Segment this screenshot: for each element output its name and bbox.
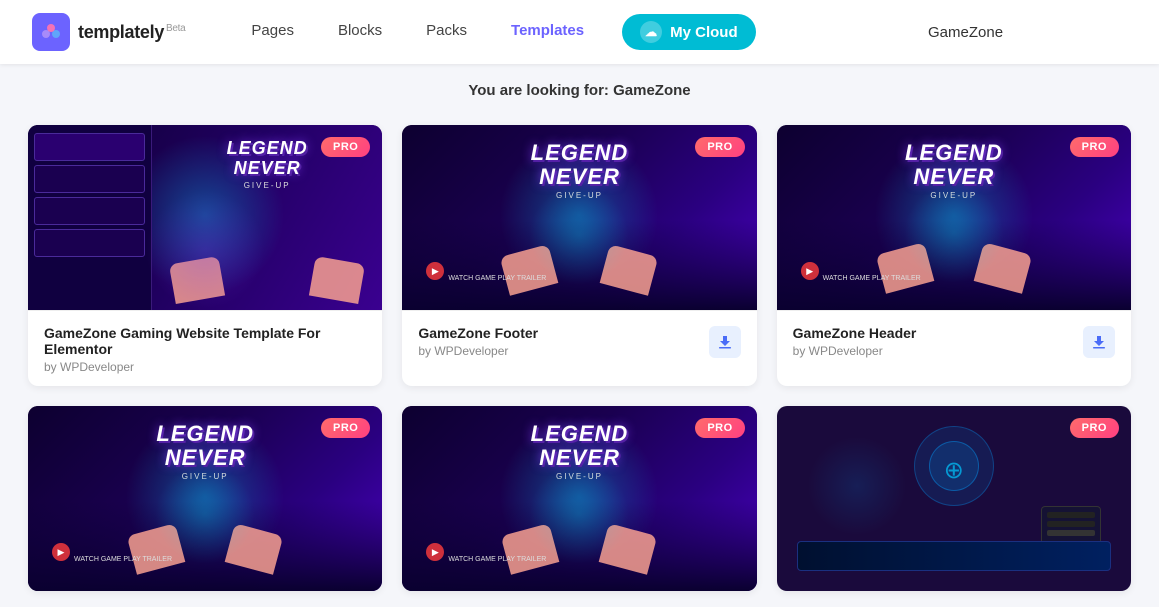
card-title: GameZone Gaming Website Template For Ele… xyxy=(44,325,366,357)
logo-text: templatelyBeta xyxy=(78,22,185,43)
card-info: GameZone Header by WPDeveloper xyxy=(777,311,1131,370)
card-title: GameZone Footer xyxy=(418,325,538,341)
search-info-bar: You are looking for: GameZone xyxy=(0,64,1159,109)
card-thumbnail: LEGENDNEVER GIVE-UP ▶ WATCH GAME PLAY TR… xyxy=(402,406,756,591)
search-query: GameZone xyxy=(613,82,691,99)
nav-item-pages[interactable]: Pages xyxy=(233,14,312,50)
card-image: LEGENDNEVER GIVE-UP ▶ WATCH GAME PLAY TR… xyxy=(402,125,756,310)
card-title: GameZone Header xyxy=(793,325,917,341)
download-button[interactable] xyxy=(709,326,741,358)
beta-badge: Beta xyxy=(166,23,185,34)
nav-item-templates[interactable]: Templates xyxy=(493,14,602,50)
logo-area: templatelyBeta xyxy=(32,13,185,51)
content-area: LEGENDNEVER GIVE-UP PRO GameZone Gam xyxy=(0,109,1159,607)
pro-badge: PRO xyxy=(321,418,370,438)
header: templatelyBeta Pages Blocks Packs Templa… xyxy=(0,0,1159,64)
search-area xyxy=(928,24,1127,41)
template-card: ⊕ PRO xyxy=(777,406,1131,591)
card-thumbnail: LEGENDNEVER GIVE-UP ▶ WATCH GAME PLAY TR… xyxy=(28,406,382,591)
card-author: by WPDeveloper xyxy=(418,344,538,358)
card-image: LEGENDNEVER GIVE-UP ▶ WATCH GAME PLAY TR… xyxy=(28,406,382,591)
nav-item-blocks[interactable]: Blocks xyxy=(320,14,400,50)
card-image: LEGENDNEVER GIVE-UP ▶ WATCH GAME PLAY TR… xyxy=(777,125,1131,310)
nav-item-packs[interactable]: Packs xyxy=(408,14,485,50)
pro-badge: PRO xyxy=(1070,418,1119,438)
download-button[interactable] xyxy=(1083,326,1115,358)
card-image: LEGENDNEVER GIVE-UP ▶ WATCH GAME PLAY TR… xyxy=(402,406,756,591)
template-card: LEGENDNEVER GIVE-UP ▶ WATCH GAME PLAY TR… xyxy=(777,125,1131,386)
card-image: ⊕ PRO xyxy=(777,406,1131,591)
search-input[interactable] xyxy=(928,24,1127,41)
template-card: LEGENDNEVER GIVE-UP ▶ WATCH GAME PLAY TR… xyxy=(402,125,756,386)
pro-badge: PRO xyxy=(695,137,744,157)
card-thumbnail: LEGENDNEVER GIVE-UP PRO xyxy=(28,125,382,310)
pro-badge: PRO xyxy=(695,418,744,438)
card-info: GameZone Footer by WPDeveloper xyxy=(402,311,756,370)
template-card: LEGENDNEVER GIVE-UP ▶ WATCH GAME PLAY TR… xyxy=(402,406,756,591)
pro-badge: PRO xyxy=(1070,137,1119,157)
template-card: LEGENDNEVER GIVE-UP ▶ WATCH GAME PLAY TR… xyxy=(28,406,382,591)
card-info: GameZone Gaming Website Template For Ele… xyxy=(28,311,382,386)
card-author: by WPDeveloper xyxy=(793,344,917,358)
template-card: LEGENDNEVER GIVE-UP PRO GameZone Gam xyxy=(28,125,382,386)
cloud-icon: ☁ xyxy=(640,21,662,43)
template-grid: LEGENDNEVER GIVE-UP PRO GameZone Gam xyxy=(28,125,1131,591)
logo-icon xyxy=(32,13,70,51)
card-thumbnail: LEGENDNEVER GIVE-UP ▶ WATCH GAME PLAY TR… xyxy=(402,125,756,310)
card-image: LEGENDNEVER GIVE-UP PRO xyxy=(28,125,382,310)
main-nav: Pages Blocks Packs Templates ☁ My Cloud xyxy=(233,14,928,50)
pro-badge: PRO xyxy=(321,137,370,157)
card-author: by WPDeveloper xyxy=(44,360,366,374)
my-cloud-button[interactable]: ☁ My Cloud xyxy=(622,14,756,50)
card-thumbnail: LEGENDNEVER GIVE-UP ▶ WATCH GAME PLAY TR… xyxy=(777,125,1131,310)
